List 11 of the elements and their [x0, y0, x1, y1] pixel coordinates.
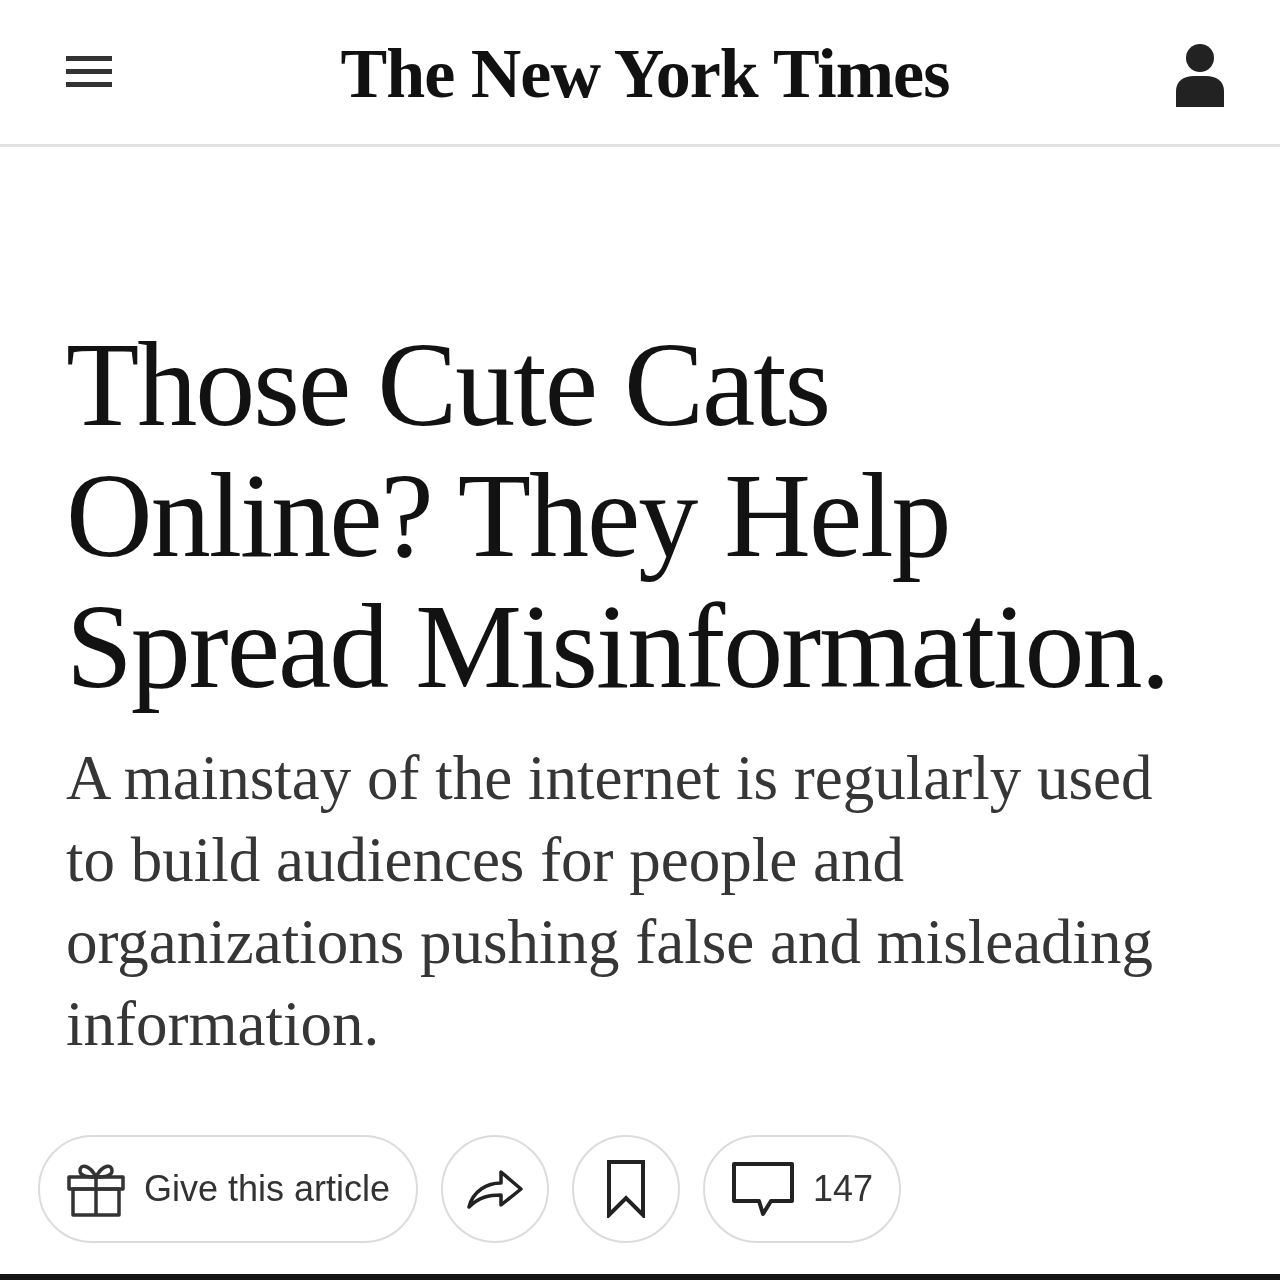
gift-icon	[66, 1161, 126, 1217]
account-icon[interactable]	[1176, 43, 1224, 107]
give-article-button[interactable]: Give this article	[38, 1135, 419, 1243]
article-summary: A mainstay of the internet is regularly used to build audiences for people and organizations pushing false and misleading information.	[66, 742, 1155, 1061]
article-headline: Those Cute Cats Online? They Help Spread Misinformation.	[66, 319, 1170, 712]
menu-icon[interactable]	[66, 56, 112, 88]
speech-bubble-icon	[731, 1161, 796, 1217]
share-arrow-icon	[467, 1169, 524, 1209]
comments-button[interactable]: 147	[703, 1135, 902, 1243]
bookmark-icon	[606, 1160, 647, 1218]
masthead-logo[interactable]: The New York Times	[340, 34, 950, 114]
